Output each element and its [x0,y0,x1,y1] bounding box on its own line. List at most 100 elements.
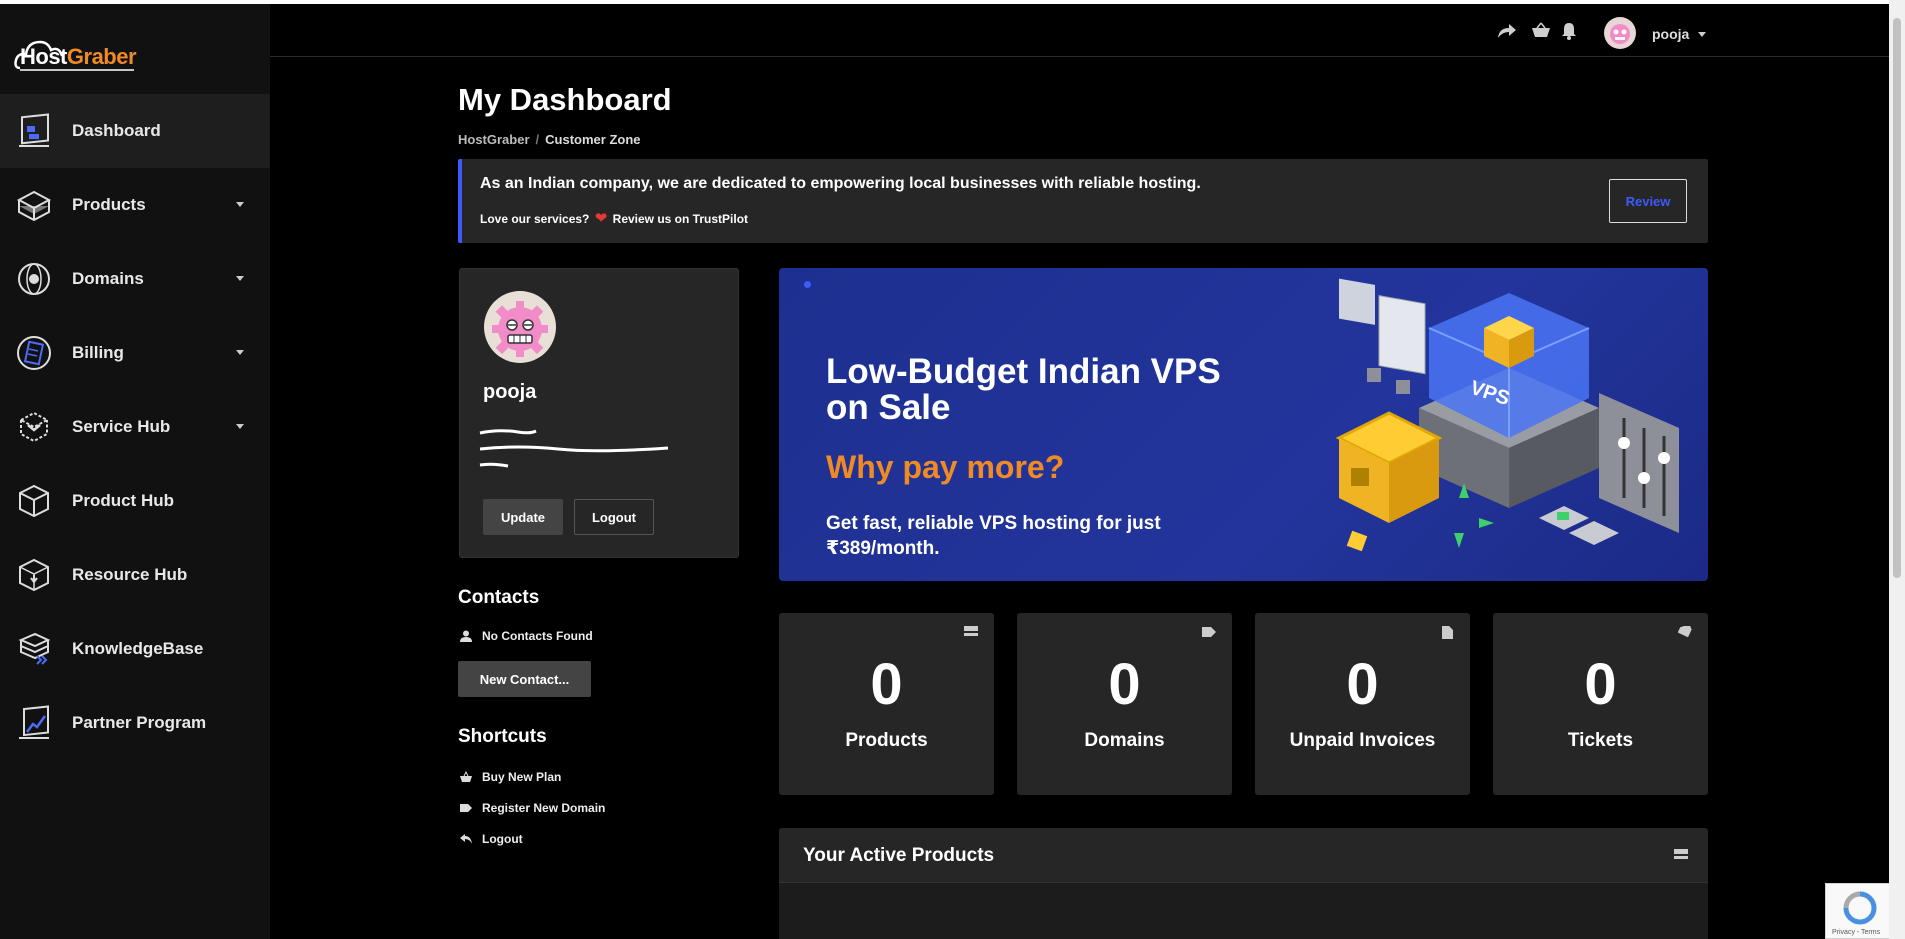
chevron-down-icon [236,202,244,207]
page-title: My Dashboard [458,82,672,117]
sidebar-item-billing[interactable]: Billing [0,316,270,390]
sidebar: HostGraber Dashboard Products Domains Bi… [0,4,270,939]
invoice-icon [14,333,54,373]
stat-card-tickets[interactable]: 0 Tickets [1493,613,1708,795]
share-icon[interactable] [1496,20,1518,42]
stat-card-domains[interactable]: 0 Domains [1017,613,1232,795]
banner-subhead: Why pay more? [826,449,1065,485]
header-username[interactable]: pooja [1652,26,1689,42]
stat-label: Products [845,730,928,751]
shortcut-buy-new-plan[interactable]: Buy New Plan [460,770,561,784]
shortcut-register-domain[interactable]: Register New Domain [460,801,605,815]
profile-name: pooja [483,381,537,403]
bell-icon[interactable] [1558,20,1580,42]
banner-body: Get fast, reliable VPS hosting for just … [826,513,1161,559]
server-stack-icon [14,629,54,669]
download-box-icon [14,555,54,595]
chevron-down-icon [236,350,244,355]
notice-review-line: Love our services? ❤ Review us on TrustP… [480,210,749,227]
recaptcha-badge[interactable]: Privacy - Terms [1825,883,1889,939]
new-contact-button[interactable]: New Contact... [458,661,591,697]
breadcrumb-current: Customer Zone [545,132,641,147]
review-button[interactable]: Review [1609,179,1687,223]
avatar[interactable] [1604,17,1636,49]
no-contacts-text: No Contacts Found [460,629,593,643]
tag-icon [1202,625,1216,639]
sidebar-item-domains[interactable]: Domains [0,242,270,316]
stat-value: 0 [1108,652,1141,717]
stat-value: 0 [870,652,903,717]
update-button[interactable]: Update [483,499,563,535]
logout-button[interactable]: Logout [574,499,654,535]
sidebar-item-label: Products [72,195,146,214]
sidebar-nav: Dashboard Products Domains Billing Servi… [0,94,270,760]
sidebar-item-label: Product Hub [72,491,174,510]
chevron-down-icon [236,424,244,429]
carousel-indicator[interactable] [804,281,811,288]
cube-icon [14,481,54,521]
hostgraber-logo[interactable]: HostGraber [14,28,137,78]
globe-icon [14,259,54,299]
scrollbar-thumb[interactable] [1893,18,1901,578]
active-products-header: Your Active Products [779,828,1708,883]
breadcrumb-separator: / [535,132,540,147]
user-icon [460,630,472,642]
page-scrollbar[interactable] [1889,0,1905,939]
sidebar-item-label: Billing [72,343,124,362]
growth-chart-icon [14,703,54,743]
service-box-icon [14,407,54,447]
contacts-title: Contacts [458,587,540,608]
sidebar-item-partner-program[interactable]: Partner Program [0,686,270,760]
sidebar-item-label: Partner Program [72,713,207,732]
sidebar-item-label: Domains [72,269,144,288]
dashboard-icon [14,111,54,151]
sidebar-item-products[interactable]: Products [0,168,270,242]
server-icon [1674,848,1688,866]
notice-message: As an Indian company, we are dedicated t… [480,175,1201,192]
back-arrow-icon [460,833,472,845]
sidebar-item-label: Dashboard [72,121,161,140]
trustpilot-link[interactable]: Review us on TrustPilot [613,212,748,226]
stat-card-unpaid-invoices[interactable]: 0 Unpaid Invoices [1255,613,1470,795]
shortcut-logout[interactable]: Logout [460,832,523,846]
box-icon [14,185,54,225]
logo-text: HostGraber [20,44,137,69]
vps-promo-banner[interactable]: Low-Budget Indian VPS on Sale Why pay mo… [779,268,1708,581]
stat-card-products[interactable]: 0 Products [779,613,994,795]
stat-label: Tickets [1567,730,1634,751]
sidebar-item-service-hub[interactable]: Service Hub [0,390,270,464]
server-icon [964,625,978,639]
redacted-address [479,429,669,468]
basket-icon [460,771,472,783]
banner-headline: Low-Budget Indian VPS on Sale [826,352,1221,427]
cart-icon[interactable] [1530,20,1552,42]
sidebar-item-product-hub[interactable]: Product Hub [0,464,270,538]
stat-value: 0 [1584,652,1617,717]
document-icon [1440,625,1454,639]
sidebar-item-resource-hub[interactable]: Resource Hub [0,538,270,612]
top-header: pooja [270,4,1889,57]
breadcrumb: HostGraber / Customer Zone [458,132,641,147]
breadcrumb-link-home[interactable]: HostGraber [458,132,530,147]
vps-server-illustration: VPS [1335,278,1679,552]
stat-value: 0 [1346,652,1379,717]
stat-label: Unpaid Invoices [1289,730,1436,751]
tag-icon [460,802,472,814]
trustpilot-notice: As an Indian company, we are dedicated t… [458,159,1708,243]
sidebar-item-label: Resource Hub [72,565,188,584]
profile-card: pooja Update Logout [459,268,739,558]
sidebar-item-label: Service Hub [72,417,171,436]
chevron-down-icon[interactable] [1698,32,1706,37]
chevron-down-icon [236,276,244,281]
ticket-icon [1678,625,1692,639]
recaptcha-footer[interactable]: Privacy - Terms [1832,929,1880,936]
avatar [484,291,556,363]
sidebar-item-dashboard[interactable]: Dashboard [0,94,270,168]
active-products-panel: Your Active Products [779,828,1708,939]
sidebar-item-knowledgebase[interactable]: KnowledgeBase [0,612,270,686]
stat-label: Domains [1084,730,1165,751]
recaptcha-icon [1843,891,1877,925]
heart-icon: ❤ [594,210,608,227]
active-products-title: Your Active Products [803,845,995,866]
sidebar-item-label: KnowledgeBase [72,639,204,658]
